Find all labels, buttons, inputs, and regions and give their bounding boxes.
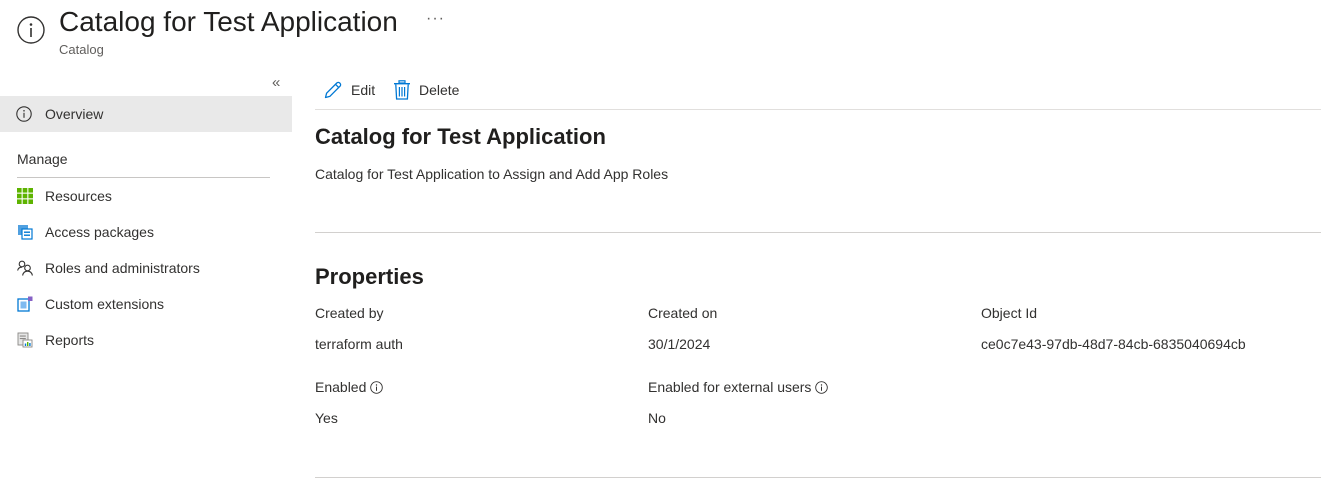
section-divider	[315, 477, 1321, 478]
created-by-label-text: Created by	[315, 305, 384, 321]
report-icon	[17, 332, 33, 348]
object-id-value: ce0c7e43-97db-48d7-84cb-6835040694cb	[981, 336, 1246, 352]
sidebar-item-label: Access packages	[45, 224, 154, 240]
created-on-value: 30/1/2024	[648, 336, 711, 352]
enabled-label: Enabled	[315, 379, 384, 395]
pencil-icon	[324, 81, 342, 99]
trash-icon	[394, 80, 410, 100]
external-users-label-text: Enabled for external users	[648, 379, 812, 395]
edit-button[interactable]: Edit	[323, 78, 375, 102]
more-options-button[interactable]: ···	[426, 10, 445, 28]
section-divider	[315, 232, 1321, 233]
people-icon	[17, 260, 33, 276]
created-on-label: Created on	[648, 305, 717, 321]
sidebar-item-custom-extensions[interactable]: Custom extensions	[0, 288, 292, 320]
edit-label: Edit	[351, 82, 376, 98]
sidebar-item-label: Custom extensions	[45, 296, 165, 312]
delete-button[interactable]: Delete	[393, 78, 459, 102]
sidebar-item-label: Reports	[45, 332, 95, 348]
info-icon	[17, 16, 45, 44]
manage-heading: Manage	[17, 151, 68, 167]
catalog-title: Catalog for Test Application	[315, 124, 606, 149]
sidebar-item-access-packages[interactable]: Access packages	[0, 216, 292, 248]
info-icon	[16, 106, 32, 122]
divider	[17, 177, 270, 178]
sidebar-item-overview[interactable]: Overview	[0, 96, 292, 132]
sidebar-item-reports[interactable]: Reports	[0, 324, 292, 356]
info-icon[interactable]	[815, 380, 829, 394]
enabled-value: Yes	[315, 410, 338, 426]
enabled-label-text: Enabled	[315, 379, 367, 395]
created-by-value: terraform auth	[315, 336, 403, 352]
sidebar-item-roles-and-administrators[interactable]: Roles and administrators	[0, 252, 292, 284]
catalog-description: Catalog for Test Application to Assign a…	[315, 166, 669, 182]
external-users-value: No	[648, 410, 666, 426]
extension-icon	[17, 296, 33, 312]
page-title: Catalog for Test Application	[59, 6, 398, 37]
delete-label: Delete	[419, 82, 460, 98]
access-package-icon	[18, 225, 33, 240]
external-users-label: Enabled for external users	[648, 379, 829, 395]
toolbar-divider	[315, 109, 1321, 110]
collapse-sidebar-button[interactable]: «	[272, 74, 280, 91]
created-by-label: Created by	[315, 305, 383, 321]
properties-heading: Properties	[315, 264, 424, 289]
object-id-label-text: Object Id	[981, 305, 1038, 321]
created-on-label-text: Created on	[648, 305, 718, 321]
sidebar-item-label: Roles and administrators	[45, 260, 200, 276]
page-subtitle: Catalog	[59, 42, 104, 57]
sidebar-item-label: Resources	[45, 188, 112, 204]
object-id-label: Object Id	[981, 305, 1037, 321]
sidebar-item-label: Overview	[45, 106, 104, 122]
grid-icon	[17, 188, 33, 204]
info-icon[interactable]	[370, 380, 384, 394]
sidebar-item-resources[interactable]: Resources	[0, 180, 292, 212]
